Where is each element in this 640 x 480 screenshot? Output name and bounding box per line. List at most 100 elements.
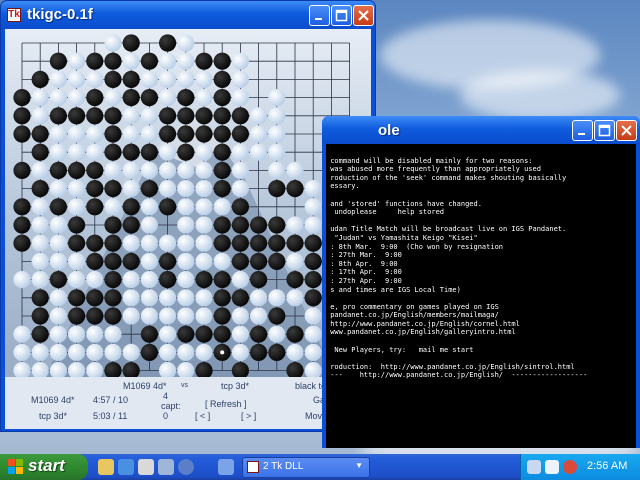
white-stone — [286, 216, 304, 234]
console-line: : 27th Mar. 9:00 — [326, 251, 402, 260]
black-stone — [177, 125, 195, 143]
tkigc-window[interactable]: Tk tkigc-0.1f M1069 4d* vs tcp 3d* black… — [0, 0, 376, 432]
white-stone — [68, 180, 86, 198]
white-stone — [195, 89, 213, 107]
black-stone — [195, 271, 213, 289]
start-label: start — [28, 456, 65, 475]
black-stone — [231, 234, 249, 252]
black-stone — [250, 271, 268, 289]
white-stone — [31, 198, 49, 216]
white-stone — [195, 252, 213, 270]
black-stone — [13, 161, 31, 179]
white-stone — [195, 343, 213, 361]
white-stone — [177, 70, 195, 88]
close-button[interactable] — [353, 5, 374, 26]
white-stone — [86, 325, 104, 343]
console-output[interactable]: command will be disabled mainly for two … — [326, 144, 636, 448]
white-stone — [140, 198, 158, 216]
black-stone — [140, 325, 158, 343]
white-stone — [231, 70, 249, 88]
black-stone — [122, 216, 140, 234]
white-stone — [177, 34, 195, 52]
black-stone — [159, 34, 177, 52]
desktop-icon[interactable] — [218, 459, 234, 475]
maximize-button[interactable] — [331, 5, 352, 26]
ie-icon[interactable] — [118, 459, 134, 475]
black-stone — [231, 107, 249, 125]
white-stone — [177, 289, 195, 307]
black-stone — [31, 180, 49, 198]
volume-icon[interactable] — [545, 460, 559, 474]
white-stone — [68, 143, 86, 161]
black-stone — [68, 161, 86, 179]
folder-icon[interactable] — [98, 459, 114, 475]
minimize-button[interactable] — [309, 5, 330, 26]
white-stone — [177, 161, 195, 179]
tk-app-icon[interactable]: Tk — [7, 8, 21, 22]
black-stone — [159, 125, 177, 143]
white-stone — [177, 52, 195, 70]
help-icon[interactable] — [178, 459, 194, 475]
start-button[interactable]: start — [0, 454, 88, 480]
go-board[interactable] — [5, 29, 371, 377]
black-stone — [86, 107, 104, 125]
black-stone — [213, 325, 231, 343]
black-stone — [122, 143, 140, 161]
white-stone — [177, 307, 195, 325]
black-stone — [286, 180, 304, 198]
black-stone — [49, 52, 67, 70]
black-stone — [286, 234, 304, 252]
taskbar-button-tk-dll[interactable]: 2 Tk DLL ▼ — [242, 457, 370, 478]
white-stone — [231, 161, 249, 179]
prev-move-button[interactable]: [ < ] — [195, 411, 210, 421]
console-title-bar[interactable]: ole — [322, 116, 640, 144]
close-icon — [621, 125, 632, 136]
white-stone — [140, 70, 158, 88]
refresh-button[interactable]: [ Refresh ] — [205, 399, 247, 409]
black-stone — [31, 307, 49, 325]
black-stone — [159, 271, 177, 289]
white-stone — [195, 307, 213, 325]
white-stone — [231, 180, 249, 198]
black-stone — [49, 271, 67, 289]
white-stone — [195, 289, 213, 307]
black-stone — [86, 307, 104, 325]
next-move-button[interactable]: [ > ] — [241, 411, 256, 421]
black-stone — [195, 52, 213, 70]
black-time: 4:57 / 10 — [93, 395, 129, 405]
black-stone — [304, 271, 322, 289]
console-line: "Judan" vs Yamashita Keigo "Kisei" — [326, 233, 478, 242]
white-stone — [122, 52, 140, 70]
console-close-button[interactable] — [616, 120, 637, 141]
console-minimize-button[interactable] — [572, 120, 593, 141]
black-stone — [231, 198, 249, 216]
system-tray: 2:56 AM — [520, 454, 640, 480]
white-stone — [86, 343, 104, 361]
shield-icon[interactable] — [563, 460, 577, 474]
white-stone — [159, 180, 177, 198]
white-stone — [140, 234, 158, 252]
black-stone — [213, 70, 231, 88]
chevron-down-icon: ▼ — [355, 461, 363, 470]
tool-icon[interactable] — [158, 459, 174, 475]
black-stone — [104, 143, 122, 161]
white-stone — [159, 52, 177, 70]
white-captures: 0 — [163, 411, 169, 421]
white-stone — [213, 252, 231, 270]
white-stone — [49, 125, 67, 143]
title-bar[interactable]: Tk tkigc-0.1f — [1, 1, 375, 29]
black-stone — [268, 180, 286, 198]
console-maximize-button[interactable] — [594, 120, 615, 141]
maximize-icon — [335, 9, 348, 22]
white-stone — [159, 70, 177, 88]
black-stone — [13, 216, 31, 234]
media-icon[interactable] — [138, 459, 154, 475]
network-icon[interactable] — [527, 460, 541, 474]
black-stone — [213, 271, 231, 289]
black-stone — [86, 180, 104, 198]
board-area[interactable]: M1069 4d* vs tcp 3d* black to move... M1… — [5, 29, 371, 429]
black-stone — [104, 271, 122, 289]
white-stone — [140, 161, 158, 179]
console-window[interactable]: ole command will be disabled mainly for … — [322, 116, 640, 448]
